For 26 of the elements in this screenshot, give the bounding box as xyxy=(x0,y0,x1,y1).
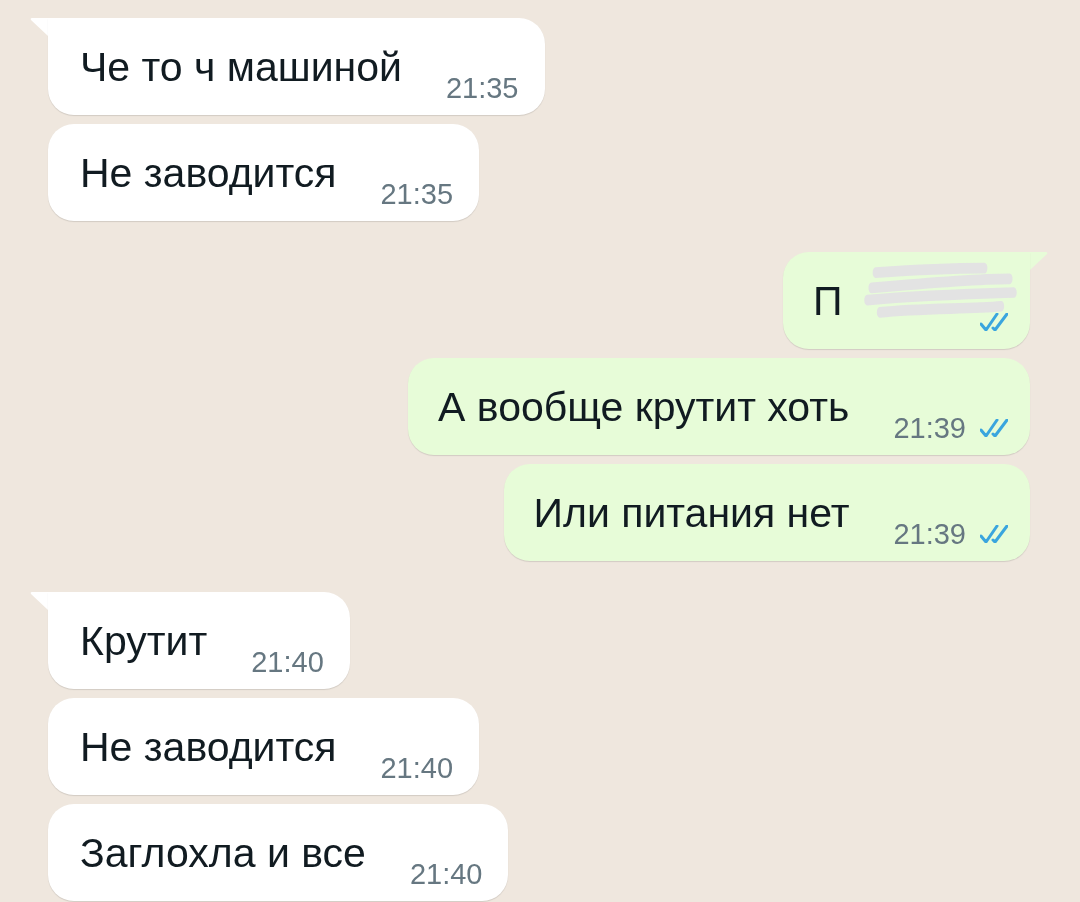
message-bubble[interactable]: Крутит 21:40 xyxy=(48,592,350,689)
message-time: 21:35 xyxy=(380,178,454,211)
message-text: Не заводится xyxy=(80,724,337,772)
double-check-icon xyxy=(980,313,1008,331)
message-time: 21:39 xyxy=(893,412,966,445)
message-text: Че то ч машиной xyxy=(80,44,402,92)
message-bubble[interactable]: Че то ч машиной 21:35 xyxy=(48,18,545,115)
message-bubble[interactable]: П xyxy=(783,252,1030,349)
double-check-icon xyxy=(980,525,1008,543)
message-time: 21:40 xyxy=(251,646,324,679)
message-text: А вообще крутит хоть xyxy=(438,384,850,432)
message-time: 21:40 xyxy=(409,858,483,891)
message-bubble[interactable]: Не заводится 21:40 xyxy=(48,698,480,795)
message-text: Не заводится xyxy=(80,150,337,198)
message-text: Или питания нет xyxy=(533,490,850,538)
message-text: Заглохла и все xyxy=(80,830,366,878)
message-bubble[interactable]: Не заводится 21:35 xyxy=(48,124,480,221)
message-bubble[interactable]: Заглохла и все 21:40 xyxy=(48,804,509,901)
message-text: П xyxy=(813,278,843,326)
double-check-icon xyxy=(980,419,1008,437)
message-time: 21:39 xyxy=(893,518,966,551)
message-bubble[interactable]: А вообще крутит хоть 21:39 xyxy=(408,358,1030,455)
message-time: 21:40 xyxy=(380,752,454,785)
message-text: Крутит xyxy=(80,618,208,666)
message-time: 21:35 xyxy=(445,72,519,105)
message-bubble[interactable]: Или питания нет 21:39 xyxy=(503,464,1030,561)
